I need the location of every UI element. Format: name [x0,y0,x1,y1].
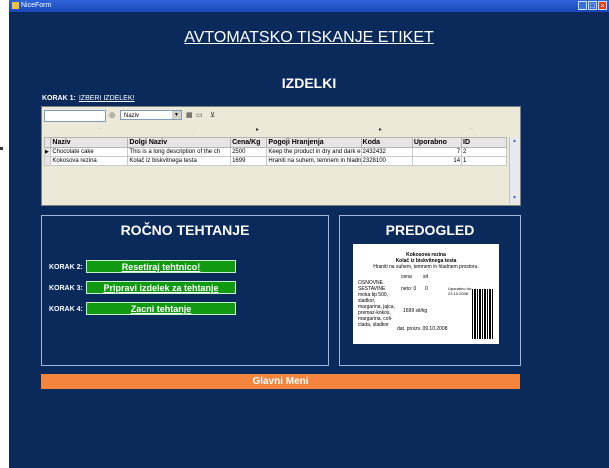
label-price-kg: 1699 sit/kg [403,308,428,314]
window-title: NiceForm [21,2,52,9]
select-product-link[interactable]: IZBERI IZDELEK! [79,95,135,102]
page-marker [0,147,3,150]
app-window: NiceForm _ □ × AVTOMATSKO TISKANJE ETIKET … [9,0,609,468]
product-table: Naziv Dolgi Naziv Cena/Kg Pogoji Hranjen… [43,137,507,166]
table-cell[interactable]: Kokosova rezina [50,156,129,166]
manual-weighing-panel: ROČNO TEHTANJE KORAK 2: Resetiraj tehtni… [41,215,329,366]
start-weighing-button[interactable]: Zacni tehtanje [86,302,236,315]
scroll-down-icon[interactable]: ▼ [510,194,519,203]
maximize-button[interactable]: □ [588,1,597,10]
column-header[interactable]: Koda [360,137,413,148]
table-cell[interactable]: 1 [461,156,507,166]
reset-scale-button[interactable]: Resetiraj tehtnico! [86,260,236,273]
grid-view-icon[interactable]: ▦ [186,111,193,119]
table-cell[interactable]: 14 [411,156,463,166]
column-header[interactable]: Naziv [50,137,129,148]
table-cell[interactable]: Keep the product in dry and dark environ… [266,147,362,157]
group-marker: · [194,126,196,132]
label-date: dat. proizv. 09.10.2008 [397,326,448,332]
barcode-image [472,289,494,339]
table-cell[interactable]: 2432432 [360,147,413,157]
table-cell[interactable]: Chocolate cake [50,147,129,157]
group-marker: ·· [98,126,102,132]
column-header[interactable]: Dolgi Naziv [127,137,232,148]
title-bar: NiceForm _ □ × [9,0,609,12]
binoculars-icon[interactable]: ◎ [109,111,115,119]
label-unit-head: sit [423,274,428,280]
filter-icon[interactable]: ⊻ [210,111,215,119]
search-field-value: Naziv [124,113,140,119]
main-menu-button[interactable]: Glavni Meni [41,374,520,389]
column-header[interactable]: Uporabno [411,137,463,148]
label-net: neto: 0 [401,286,417,292]
search-input[interactable] [44,110,106,122]
form-view-icon[interactable]: ▭ [196,111,203,119]
search-field-select[interactable]: Naziv ▼ [120,110,182,120]
step-2-label: KORAK 2: [49,264,83,271]
label-ingredients: OSNOVNE SESTAVINE moka tip 500, sladkor,… [358,280,395,328]
grid-scrollbar[interactable]: ▲ ▼ [509,137,519,203]
page-title: AVTOMATSKO TISKANJE ETIKET [184,29,434,46]
table-cell[interactable]: 7 [411,147,463,157]
step-3-label: KORAK 3: [49,285,83,292]
column-header[interactable]: Pogoji Hranjenja [266,137,362,148]
label-preview-image: Kokosova rezina Kolač iz biskvitnega tes… [353,244,499,344]
table-cell[interactable]: 2500 [230,147,268,157]
preview-panel: PREDOGLED Kokosova rezina Kolač iz biskv… [339,215,521,366]
group-header-row: ·· · ▸ ▸ ·· [44,124,494,136]
label-storage: Hraniti na suhem, temnem in hladnem pros… [373,264,479,270]
minimize-button[interactable]: _ [578,1,587,10]
close-button[interactable]: × [598,1,607,10]
table-cell[interactable]: 1699 [230,156,268,166]
group-marker: ·· [469,126,473,132]
section-title-izdelki: IZDELKI [281,75,337,91]
label-price-head: cena [401,274,412,280]
table-cell[interactable]: Kolač iz biskvitnega testa [127,156,232,166]
app-icon [12,2,19,9]
table-row[interactable]: Kokosova rezina Kolač iz biskvitnega tes… [43,156,507,166]
step-1-label: KORAK 1: [42,95,76,102]
step-1: KORAK 1: IZBERI IZDELEK! [42,95,134,102]
column-header[interactable]: Cena/Kg [230,137,268,148]
table-cell[interactable]: 2 [461,147,507,157]
step-4-label: KORAK 4: [49,306,83,313]
product-grid-panel: ◎ Naziv ▼ ▦ ▭ ⊻ ·· · ▸ ▸ ·· Naziv Dolgi N… [41,106,521,206]
table-cell[interactable]: 2328100 [360,156,413,166]
table-cell[interactable]: Hraniti na suhem, temnem in hladnem pros [266,156,362,166]
chevron-down-icon[interactable]: ▼ [172,111,181,119]
label-gross: 0 [425,286,428,292]
group-marker: ▸ [256,127,260,133]
prepare-product-button[interactable]: Pripravi izdelek za tehtanje [86,281,236,294]
manual-weighing-title: ROČNO TEHTANJE [120,222,250,238]
group-marker: ▸ [379,127,383,133]
table-cell[interactable]: This is a long description of the ch [127,147,232,157]
scroll-up-icon[interactable]: ▲ [510,137,519,146]
preview-title: PREDOGLED [385,222,475,238]
column-header[interactable]: ID [461,137,507,148]
table-row[interactable]: ▶ Chocolate cake This is a long descript… [43,147,507,157]
table-header-row: Naziv Dolgi Naziv Cena/Kg Pogoji Hranjen… [43,137,507,148]
